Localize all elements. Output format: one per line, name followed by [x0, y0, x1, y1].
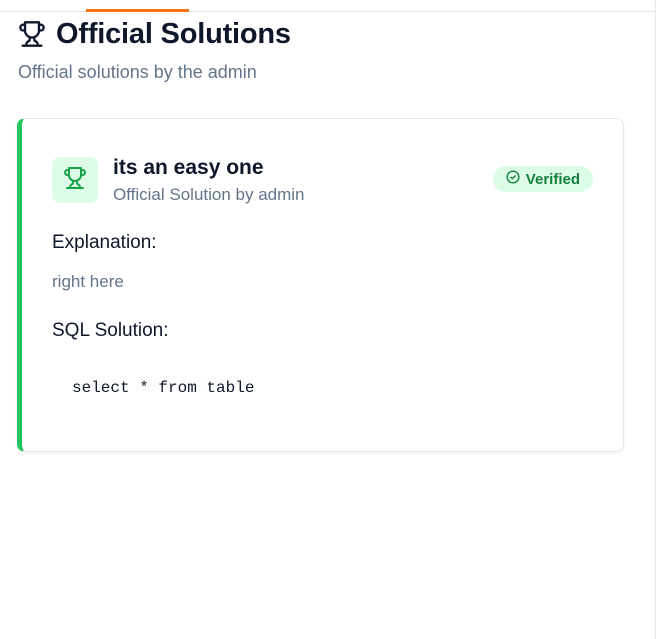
sql-solution-label: SQL Solution:: [52, 320, 169, 341]
trophy-icon: [63, 166, 87, 195]
explanation-label: Explanation:: [52, 232, 157, 253]
page-title: Official Solutions: [56, 17, 291, 50]
title-row: Official Solutions: [18, 16, 291, 52]
verified-label: Verified: [525, 170, 580, 188]
solution-titles: its an easy one Official Solution by adm…: [113, 155, 305, 205]
page-header: Official Solutions Official solutions by…: [18, 16, 291, 83]
solution-title: its an easy one: [113, 156, 264, 179]
page-subtitle: Official solutions by the admin: [18, 62, 257, 82]
sql-code-block: select * from table: [72, 379, 255, 397]
verified-badge: Verified: [492, 166, 593, 192]
solution-card: its an easy one Official Solution by adm…: [17, 118, 624, 452]
solution-trophy-badge: [52, 157, 98, 203]
page: Official Solutions Official solutions by…: [0, 0, 657, 639]
solution-byline: Official Solution by admin: [113, 185, 305, 204]
explanation-text: right here: [52, 272, 124, 291]
solution-card-header: its an easy one Official Solution by adm…: [52, 155, 305, 205]
right-divider: [655, 0, 656, 639]
trophy-icon: [18, 20, 46, 48]
check-circle-icon: [506, 170, 526, 188]
active-tab-indicator: [86, 9, 189, 12]
